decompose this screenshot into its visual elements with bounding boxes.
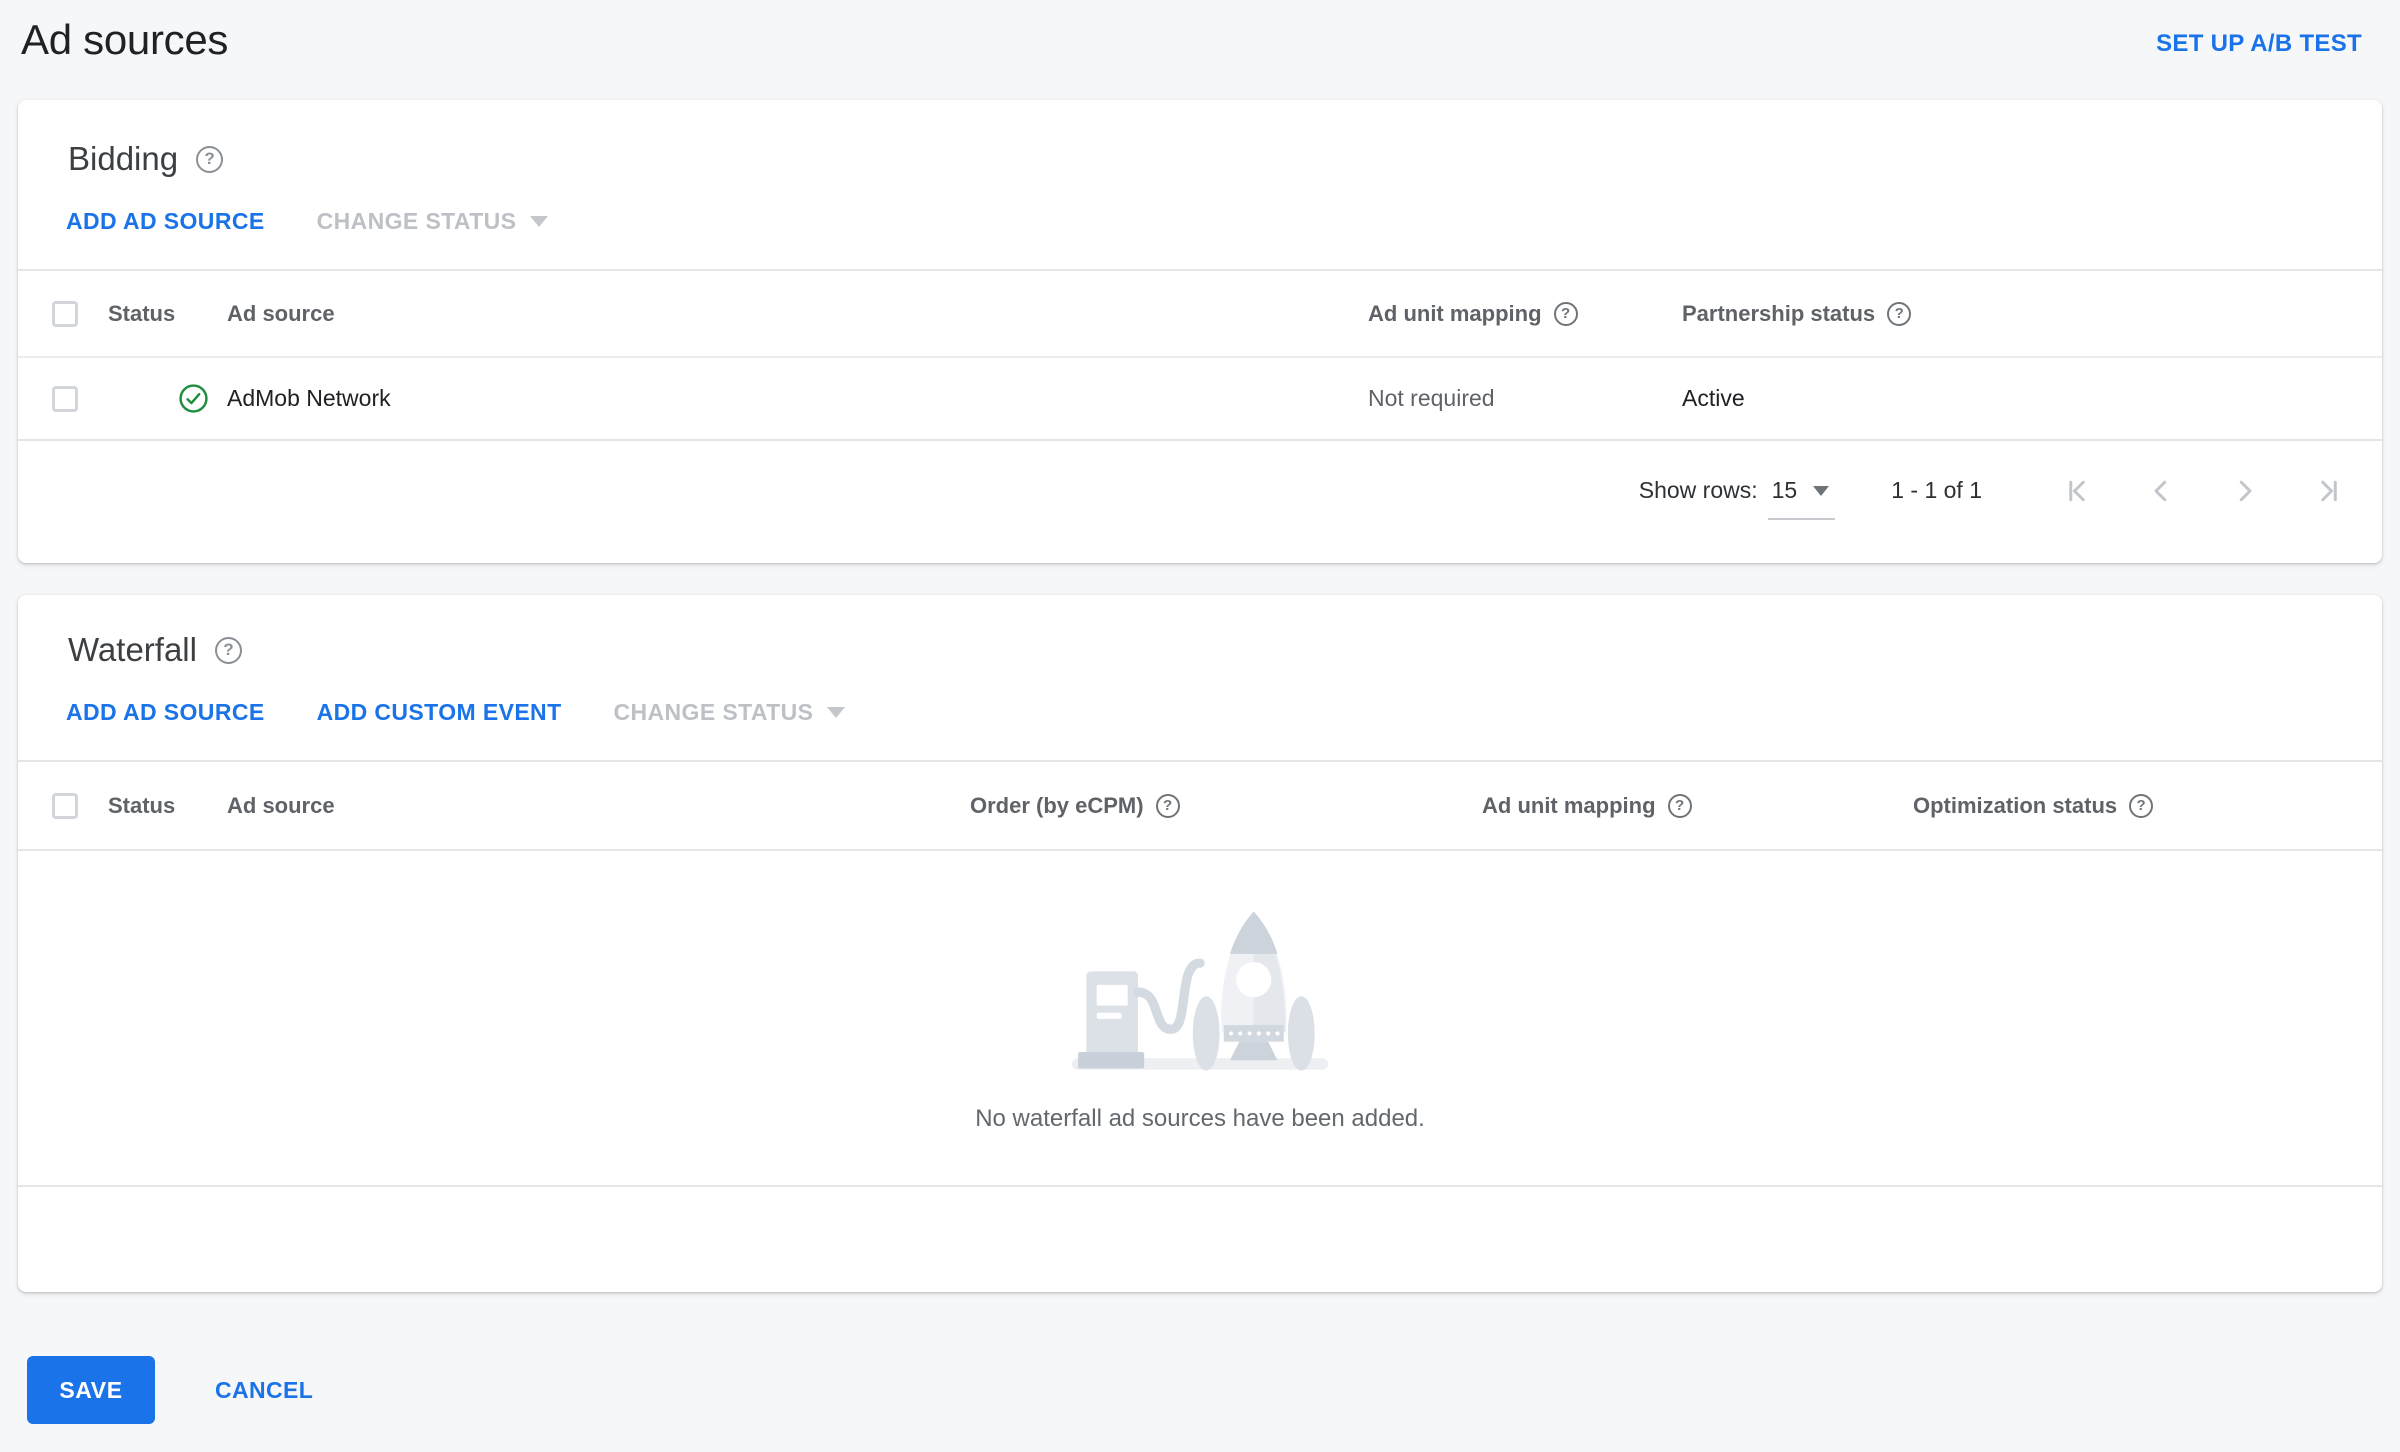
- partnership-status-value: Active: [1682, 385, 1745, 411]
- help-icon[interactable]: ?: [1667, 793, 1692, 818]
- show-rows-label: Show rows:: [1638, 477, 1758, 503]
- rows-per-page-select[interactable]: 15: [1767, 477, 1835, 520]
- column-ad-source: Ad source: [227, 792, 335, 818]
- change-status-button: CHANGE STATUS: [317, 208, 549, 235]
- pagination-range: 1 - 1 of 1: [1891, 477, 1982, 503]
- chevron-down-icon: [827, 707, 846, 718]
- column-order-by-ecpm: Order (by eCPM): [970, 792, 1144, 818]
- column-status: Status: [108, 300, 176, 326]
- help-icon[interactable]: ?: [1887, 301, 1912, 326]
- page-actions: SAVE CANCEL: [27, 1356, 2400, 1424]
- waterfall-table-header: Status Ad source Order (by eCPM) ? Ad un…: [18, 762, 2382, 849]
- page-title: Ad sources: [21, 16, 229, 63]
- column-optimization-status: Optimization status: [1913, 792, 2118, 818]
- help-icon[interactable]: ?: [1155, 793, 1180, 818]
- help-icon[interactable]: ?: [196, 145, 224, 173]
- empty-state-message: No waterfall ad sources have been added.: [975, 1105, 1425, 1132]
- change-status-button: CHANGE STATUS: [614, 699, 846, 726]
- add-custom-event-button[interactable]: ADD CUSTOM EVENT: [317, 699, 562, 726]
- previous-page-button[interactable]: [2144, 474, 2178, 508]
- set-up-ab-test-link[interactable]: SET UP A/B TEST: [2156, 30, 2362, 58]
- ad-source-name: AdMob Network: [227, 385, 391, 411]
- column-ad-source: Ad source: [227, 300, 335, 326]
- select-all-checkbox[interactable]: [52, 300, 78, 327]
- chevron-down-icon: [530, 216, 549, 227]
- page-header: Ad sources SET UP A/B TEST: [0, 0, 2400, 100]
- first-page-button[interactable]: [2060, 474, 2094, 508]
- bidding-card: Bidding ? ADD AD SOURCE CHANGE STATUS St…: [18, 100, 2382, 563]
- ad-unit-mapping-value: Not required: [1368, 385, 1495, 411]
- cancel-button[interactable]: CANCEL: [215, 1377, 313, 1404]
- table-row: AdMob Network Not required Active: [18, 356, 2382, 439]
- waterfall-table-footer: [18, 1185, 2382, 1284]
- bidding-table-footer: Show rows: 15 1 - 1 of 1: [18, 439, 2382, 540]
- chevron-down-icon: [1813, 485, 1830, 496]
- help-icon[interactable]: ?: [1553, 301, 1578, 326]
- select-all-checkbox[interactable]: [52, 792, 78, 819]
- column-partnership-status: Partnership status: [1682, 300, 1876, 326]
- waterfall-empty-state: No waterfall ad sources have been added.: [18, 849, 2382, 1185]
- help-icon[interactable]: ?: [214, 636, 242, 664]
- help-icon[interactable]: ?: [2129, 793, 2154, 818]
- save-button[interactable]: SAVE: [27, 1356, 155, 1424]
- add-ad-source-button[interactable]: ADD AD SOURCE: [66, 208, 265, 235]
- row-checkbox[interactable]: [52, 385, 78, 412]
- check-circle-icon: [178, 383, 209, 414]
- column-ad-unit-mapping: Ad unit mapping: [1482, 792, 1656, 818]
- column-ad-unit-mapping: Ad unit mapping: [1368, 300, 1542, 326]
- column-status: Status: [108, 792, 176, 818]
- rocket-illustration: [1071, 911, 1329, 1071]
- add-ad-source-button[interactable]: ADD AD SOURCE: [66, 699, 265, 726]
- bidding-table-header: Status Ad source Ad unit mapping ? Partn…: [18, 271, 2382, 356]
- change-status-label: CHANGE STATUS: [613, 699, 814, 725]
- waterfall-title: Waterfall: [68, 631, 197, 668]
- change-status-label: CHANGE STATUS: [316, 208, 517, 234]
- rows-per-page-value: 15: [1771, 477, 1798, 503]
- waterfall-card: Waterfall ? ADD AD SOURCE ADD CUSTOM EVE…: [18, 595, 2382, 1292]
- last-page-button[interactable]: [2312, 474, 2346, 508]
- bidding-title: Bidding: [68, 140, 179, 177]
- next-page-button[interactable]: [2228, 474, 2262, 508]
